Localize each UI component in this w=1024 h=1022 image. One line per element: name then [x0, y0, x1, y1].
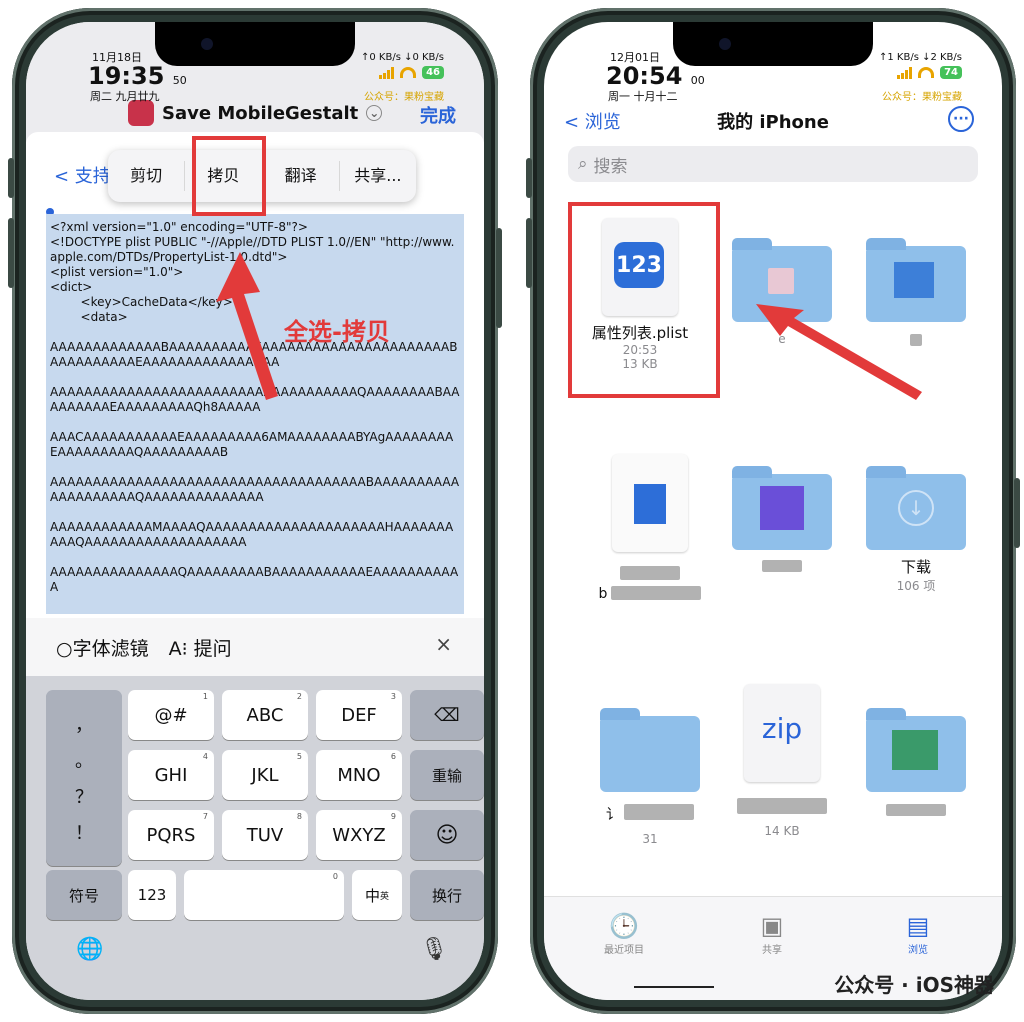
code-line [50, 415, 460, 430]
share-item[interactable]: 共享... [340, 161, 416, 191]
key-abc[interactable]: 2 ABC [222, 690, 308, 740]
reenter-button[interactable]: 重输 [410, 750, 484, 800]
zip-icon: zip [744, 684, 820, 782]
key-mno[interactable]: 6 MNO [316, 750, 402, 800]
folder-icon [732, 466, 832, 550]
key-tuv[interactable]: 8 TUV [222, 810, 308, 860]
shared-folder-icon: ▣ [760, 912, 784, 940]
tab-recents[interactable]: 🕒 最近项目 [584, 911, 664, 956]
zip-file[interactable]: zip 14 KB [722, 684, 842, 838]
file-item[interactable]: b [590, 454, 710, 602]
net-speed: ↑0 KB/s ↓0 KB/s [360, 52, 444, 63]
code-line: AAAAAAAAAAAAAAAQAAAAAAAAABAAAAAAAAAAAEAA… [50, 565, 459, 594]
code-line: AAAAAAAAAAAAAAAAAAAAAAAAAAAAAAAAAAAAABAA… [50, 475, 460, 504]
key-wxyz[interactable]: 9 WXYZ [316, 810, 402, 860]
signal-icon [379, 66, 395, 79]
code-line [50, 550, 460, 565]
code-line: <?xml version="1.0" encoding="UTF-8"?> [50, 220, 308, 234]
more-icon[interactable]: ··· [948, 106, 974, 132]
close-icon[interactable]: × [435, 632, 452, 656]
code-line: AAACAAAAAAAAAAAEAAAAAAAAA6AMAAAAAAAABYAg… [50, 430, 454, 459]
done-button[interactable]: 完成 [420, 102, 456, 128]
search-input[interactable]: ⌕ 搜索 [568, 146, 978, 182]
key-pqrs[interactable]: 7 PQRS [128, 810, 214, 860]
watermark: 公众号 · iOS神器 [834, 973, 994, 997]
key-ghi[interactable]: 4 GHI [128, 750, 214, 800]
punctuation-column[interactable]: ，。？！ [46, 690, 122, 866]
font-filter-button[interactable]: ○字体滤镜 [56, 634, 149, 661]
folder-icon: ↓ [866, 466, 966, 550]
status-lunar: 周二 九月廿九 [90, 90, 160, 103]
folder-icon [600, 708, 700, 792]
symbol-key[interactable]: 符号 [46, 870, 122, 920]
enter-key[interactable]: 换行 [410, 870, 484, 920]
tab-browse[interactable]: ▤ 浏览 [878, 911, 958, 956]
folder-item[interactable] [856, 702, 976, 816]
arrow-annotation [216, 252, 278, 400]
page-title: 我的 iPhone [717, 112, 829, 133]
search-icon: ⌕ [578, 154, 588, 174]
folder-item[interactable]: 讠 31 [590, 702, 710, 846]
space-key[interactable]: 0 [184, 870, 344, 920]
ask-button[interactable]: A⁝ 提问 [169, 634, 232, 661]
keyboard-toolbar: ○字体滤镜 A⁝ 提问 × [26, 618, 484, 676]
code-line [50, 505, 460, 520]
annotation-text: 全选-拷贝 [284, 318, 390, 346]
signal-icon [897, 66, 913, 79]
back-button[interactable]: < 支持 [54, 162, 111, 188]
watermark-line [634, 986, 714, 988]
plist-highlight-box [568, 202, 720, 398]
download-icon: ↓ [898, 490, 934, 526]
lang-switch-key[interactable]: 中英 [352, 870, 402, 920]
folder-count: 106 项 [896, 579, 936, 593]
mic-icon[interactable]: 🎙 [420, 937, 448, 962]
folder-name: 下载 [900, 558, 931, 576]
search-placeholder: 搜索 [593, 156, 628, 177]
keyboard: ○字体滤镜 A⁝ 提问 × ，。？！ 1 @# 2 ABC 3 DEF ⌫ 4 GHI … [26, 618, 484, 1000]
folder-icon [866, 708, 966, 792]
arrow-annotation [756, 304, 922, 400]
copy-highlight-box [192, 136, 266, 216]
status-lunar: 周一 十月十二 [608, 90, 678, 103]
left-screen: 11月18日 19:35 50 周二 九月廿九 ↑0 KB/s ↓0 KB/s … [26, 22, 484, 1000]
key-jkl[interactable]: 5 JKL [222, 750, 308, 800]
battery-icon: 46 [422, 66, 444, 79]
doc-icon [612, 454, 688, 552]
code-line [50, 460, 460, 475]
folder-icon: ▤ [906, 912, 930, 940]
right-screen: 12月01日 20:54 00 周一 十月十二 ↑1 KB/s ↓2 KB/s … [544, 22, 1002, 1000]
backspace-icon[interactable]: ⌫ [410, 690, 484, 740]
code-line: AAAAAAAAAAAAMAAAAQAAAAAAAAAAAAAAAAAAAAAH… [50, 520, 454, 549]
downloads-folder[interactable]: ↓ 下载 106 项 [856, 460, 976, 594]
translate-item[interactable]: 翻译 [263, 161, 340, 191]
key-def[interactable]: 3 DEF [316, 690, 402, 740]
chevron-down-icon[interactable]: ⌄ [366, 105, 383, 121]
left-phone: 11月18日 19:35 50 周二 九月廿九 ↑0 KB/s ↓0 KB/s … [8, 8, 502, 1014]
cut-item[interactable]: 剪切 [108, 161, 186, 191]
clock-icon: 🕒 [609, 912, 639, 940]
net-speed: ↑1 KB/s ↓2 KB/s [878, 52, 962, 63]
globe-icon[interactable]: 🌐 [76, 937, 103, 962]
key-at[interactable]: 1 @# [128, 690, 214, 740]
wifi-icon [918, 67, 935, 78]
right-phone: 12月01日 20:54 00 周一 十月十二 ↑1 KB/s ↓2 KB/s … [526, 8, 1020, 1014]
emoji-icon[interactable]: ☺ [410, 810, 484, 860]
folder-item[interactable] [722, 460, 842, 572]
status-brand: 公众号：果粉宝藏 [882, 92, 962, 103]
status-brand: 公众号：果粉宝藏 [364, 92, 444, 103]
file-size: 14 KB [764, 824, 800, 838]
tab-shared[interactable]: ▣ 共享 [732, 911, 812, 956]
num-key[interactable]: 123 [128, 870, 176, 920]
shortcut-name: Save MobileGestalt [162, 102, 359, 124]
wifi-icon [400, 67, 417, 78]
battery-icon: 74 [940, 66, 962, 79]
